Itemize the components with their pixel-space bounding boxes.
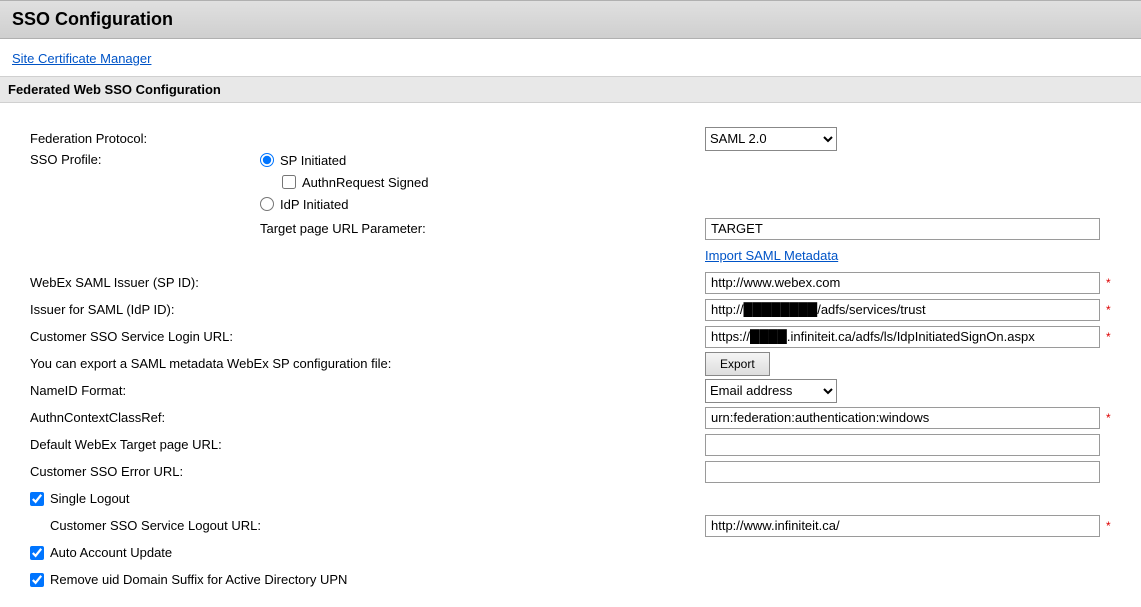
idp-initiated-radio[interactable] <box>260 197 274 211</box>
title-bar: SSO Configuration <box>0 0 1141 39</box>
logout-url-input[interactable] <box>705 515 1100 537</box>
idp-initiated-label: IdP Initiated <box>280 197 348 212</box>
target-page-url-param-label: Target page URL Parameter: <box>260 221 426 236</box>
nameid-format-label: NameID Format: <box>30 383 705 398</box>
remove-uid-suffix-label: Remove uid Domain Suffix for Active Dire… <box>50 572 347 587</box>
login-url-input[interactable] <box>705 326 1100 348</box>
section-title: Federated Web SSO Configuration <box>0 76 1141 103</box>
auto-account-update-label: Auto Account Update <box>50 545 172 560</box>
import-saml-metadata-link[interactable]: Import SAML Metadata <box>705 248 838 263</box>
login-url-label: Customer SSO Service Login URL: <box>30 329 705 344</box>
authn-request-signed-label: AuthnRequest Signed <box>302 175 428 190</box>
sp-initiated-label: SP Initiated <box>280 153 346 168</box>
remove-uid-suffix-checkbox[interactable] <box>30 573 44 587</box>
required-mark: * <box>1106 330 1111 344</box>
required-mark: * <box>1106 519 1111 533</box>
authn-ctx-label: AuthnContextClassRef: <box>30 410 705 425</box>
single-logout-checkbox[interactable] <box>30 492 44 506</box>
federation-protocol-label: Federation Protocol: <box>30 131 705 146</box>
single-logout-label: Single Logout <box>50 491 130 506</box>
site-certificate-manager-link[interactable]: Site Certificate Manager <box>12 51 151 66</box>
default-target-input[interactable] <box>705 434 1100 456</box>
required-mark: * <box>1106 303 1111 317</box>
authn-request-signed-checkbox[interactable] <box>282 175 296 189</box>
sp-initiated-radio[interactable] <box>260 153 274 167</box>
logout-url-label: Customer SSO Service Logout URL: <box>30 518 695 533</box>
default-target-label: Default WebEx Target page URL: <box>30 437 705 452</box>
required-mark: * <box>1106 411 1111 425</box>
authn-ctx-input[interactable] <box>705 407 1100 429</box>
auto-account-update-checkbox[interactable] <box>30 546 44 560</box>
required-mark: * <box>1106 276 1111 290</box>
export-button[interactable]: Export <box>705 352 770 376</box>
federation-protocol-select[interactable]: SAML 2.0 <box>705 127 837 151</box>
page-title: SSO Configuration <box>12 9 1129 30</box>
sso-profile-label: SSO Profile: <box>30 152 260 167</box>
link-row: Site Certificate Manager <box>0 39 1141 76</box>
sp-id-label: WebEx SAML Issuer (SP ID): <box>30 275 705 290</box>
export-note-label: You can export a SAML metadata WebEx SP … <box>30 356 705 371</box>
nameid-format-select[interactable]: Email address <box>705 379 837 403</box>
idp-id-input[interactable] <box>705 299 1100 321</box>
error-url-label: Customer SSO Error URL: <box>30 464 705 479</box>
idp-id-label: Issuer for SAML (IdP ID): <box>30 302 705 317</box>
sp-id-input[interactable] <box>705 272 1100 294</box>
error-url-input[interactable] <box>705 461 1100 483</box>
target-page-url-param-input[interactable] <box>705 218 1100 240</box>
form-area: Federation Protocol: SAML 2.0 SSO Profil… <box>0 103 1141 601</box>
